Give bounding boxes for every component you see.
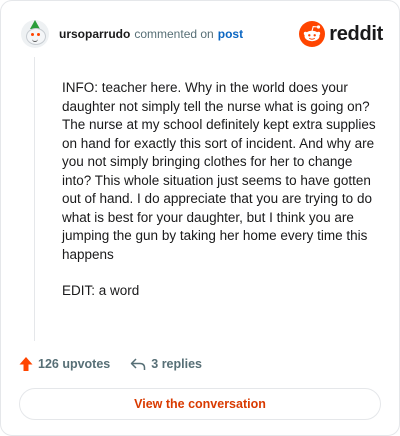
comment-paragraph: EDIT: a word [62,283,140,298]
reddit-logo-icon [299,21,326,47]
reddit-brand[interactable]: reddit [299,21,383,47]
reply-arrow-icon [131,358,146,370]
brand-wordmark: reddit [329,22,383,45]
comment-meta: ursoparrudo commented on post [59,27,243,41]
upvote-arrow-icon [19,357,33,371]
avatar-face-icon [26,28,46,45]
comment-header: ursoparrudo commented on post reddit [21,19,383,49]
upvote-button[interactable]: 126 upvotes [19,356,110,372]
avatar[interactable] [21,20,49,48]
avatar-eye-icon [37,33,40,36]
comment-paragraph: INFO: teacher here. Why in the world doe… [62,80,376,262]
comment-body: INFO: teacher here. Why in the world doe… [62,79,382,319]
comment-embed-card: ursoparrudo commented on post reddit INF… [0,0,400,436]
username-link[interactable]: ursoparrudo [59,27,130,41]
avatar-eye-icon [31,33,34,36]
thread-line [34,57,35,341]
replies-count: 3 replies [151,357,202,371]
upvote-count: 126 upvotes [38,357,111,371]
post-link[interactable]: post [218,27,243,41]
replies-button[interactable]: 3 replies [130,357,202,371]
comment-actions: 126 upvotes 3 replies [19,353,379,375]
action-text: commented on [134,27,214,41]
view-conversation-button[interactable]: View the conversation [19,388,381,420]
